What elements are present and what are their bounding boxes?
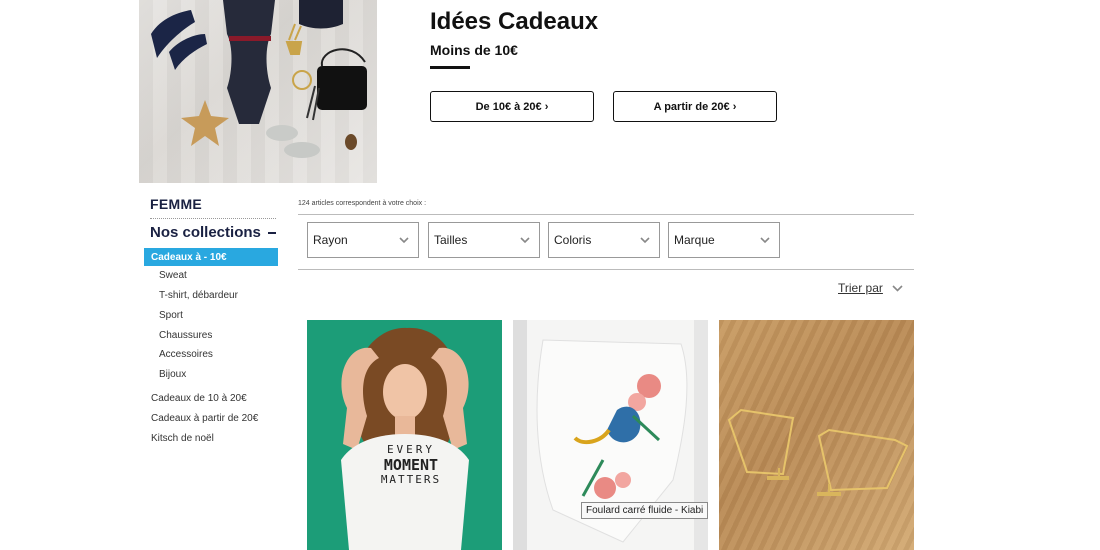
sidebar-subitem-sport[interactable]: Sport (159, 310, 183, 321)
chevron-down-icon (640, 237, 650, 244)
product-tooltip: Foulard carré fluide - Kiabi (581, 502, 709, 519)
chevron-down-icon (520, 237, 530, 244)
sidebar-item-10-20[interactable]: Cadeaux de 10 à 20€ (151, 393, 247, 404)
filter-label: Marque (674, 233, 715, 247)
sidebar-subitem-accessoires[interactable]: Accessoires (159, 349, 213, 360)
chevron-down-icon (760, 237, 770, 244)
sort-by-link[interactable]: Trier par (838, 281, 883, 295)
page-subtitle: Moins de 10€ (430, 42, 518, 58)
sidebar-divider (150, 218, 276, 219)
shirt-print-line: MATTERS (380, 472, 442, 486)
filter-marque-select[interactable]: Marque (668, 222, 780, 258)
filter-label: Tailles (434, 233, 468, 247)
filter-label: Coloris (554, 233, 592, 247)
filter-tailles-select[interactable]: Tailles (428, 222, 540, 258)
sidebar-subitem-tshirt[interactable]: T-shirt, débardeur (159, 290, 238, 301)
results-count: 124 articles correspondent à votre choix… (298, 200, 427, 207)
sidebar-subitem-chaussures[interactable]: Chaussures (159, 330, 212, 341)
sidebar-subitem-sweat[interactable]: Sweat (159, 270, 187, 281)
product-card-earrings[interactable] (719, 320, 914, 550)
sidebar-item-kitsch[interactable]: Kitsch de noël (151, 433, 214, 444)
title-underline (430, 66, 470, 69)
chevron-down-icon (399, 237, 409, 244)
price-range-20-plus-button[interactable]: A partir de 20€ › (613, 91, 777, 122)
sidebar-item-active[interactable]: Cadeaux à - 10€ (144, 248, 278, 266)
filters-bottom-divider (298, 269, 914, 270)
filter-coloris-select[interactable]: Coloris (548, 222, 660, 258)
earrings-illustration (727, 408, 909, 496)
filter-rayon-select[interactable]: Rayon (307, 222, 419, 258)
chevron-down-icon[interactable] (891, 283, 904, 294)
shirt-print-line: EVERY (386, 443, 436, 456)
price-range-10-20-button[interactable]: De 10€ à 20€ › (430, 91, 594, 122)
sidebar-subitem-bijoux[interactable]: Bijoux (159, 369, 186, 380)
product-card-tshirt[interactable]: EVERY MOMENT MATTERS (307, 320, 502, 550)
hero-image (139, 0, 377, 183)
sidebar-collections-title[interactable]: Nos collections (150, 224, 261, 241)
sidebar-category-title[interactable]: FEMME (150, 196, 202, 212)
product-image (341, 327, 469, 550)
filter-label: Rayon (313, 233, 348, 247)
shirt-print-line: MOMENT (383, 455, 439, 474)
page-title: Idées Cadeaux (430, 8, 599, 35)
shirt-print: EVERY MOMENT MATTERS (371, 443, 451, 487)
sidebar-item-20-plus[interactable]: Cadeaux à partir de 20€ (151, 413, 258, 424)
filters-top-divider (298, 214, 914, 215)
collapse-minus-icon[interactable] (268, 232, 276, 234)
